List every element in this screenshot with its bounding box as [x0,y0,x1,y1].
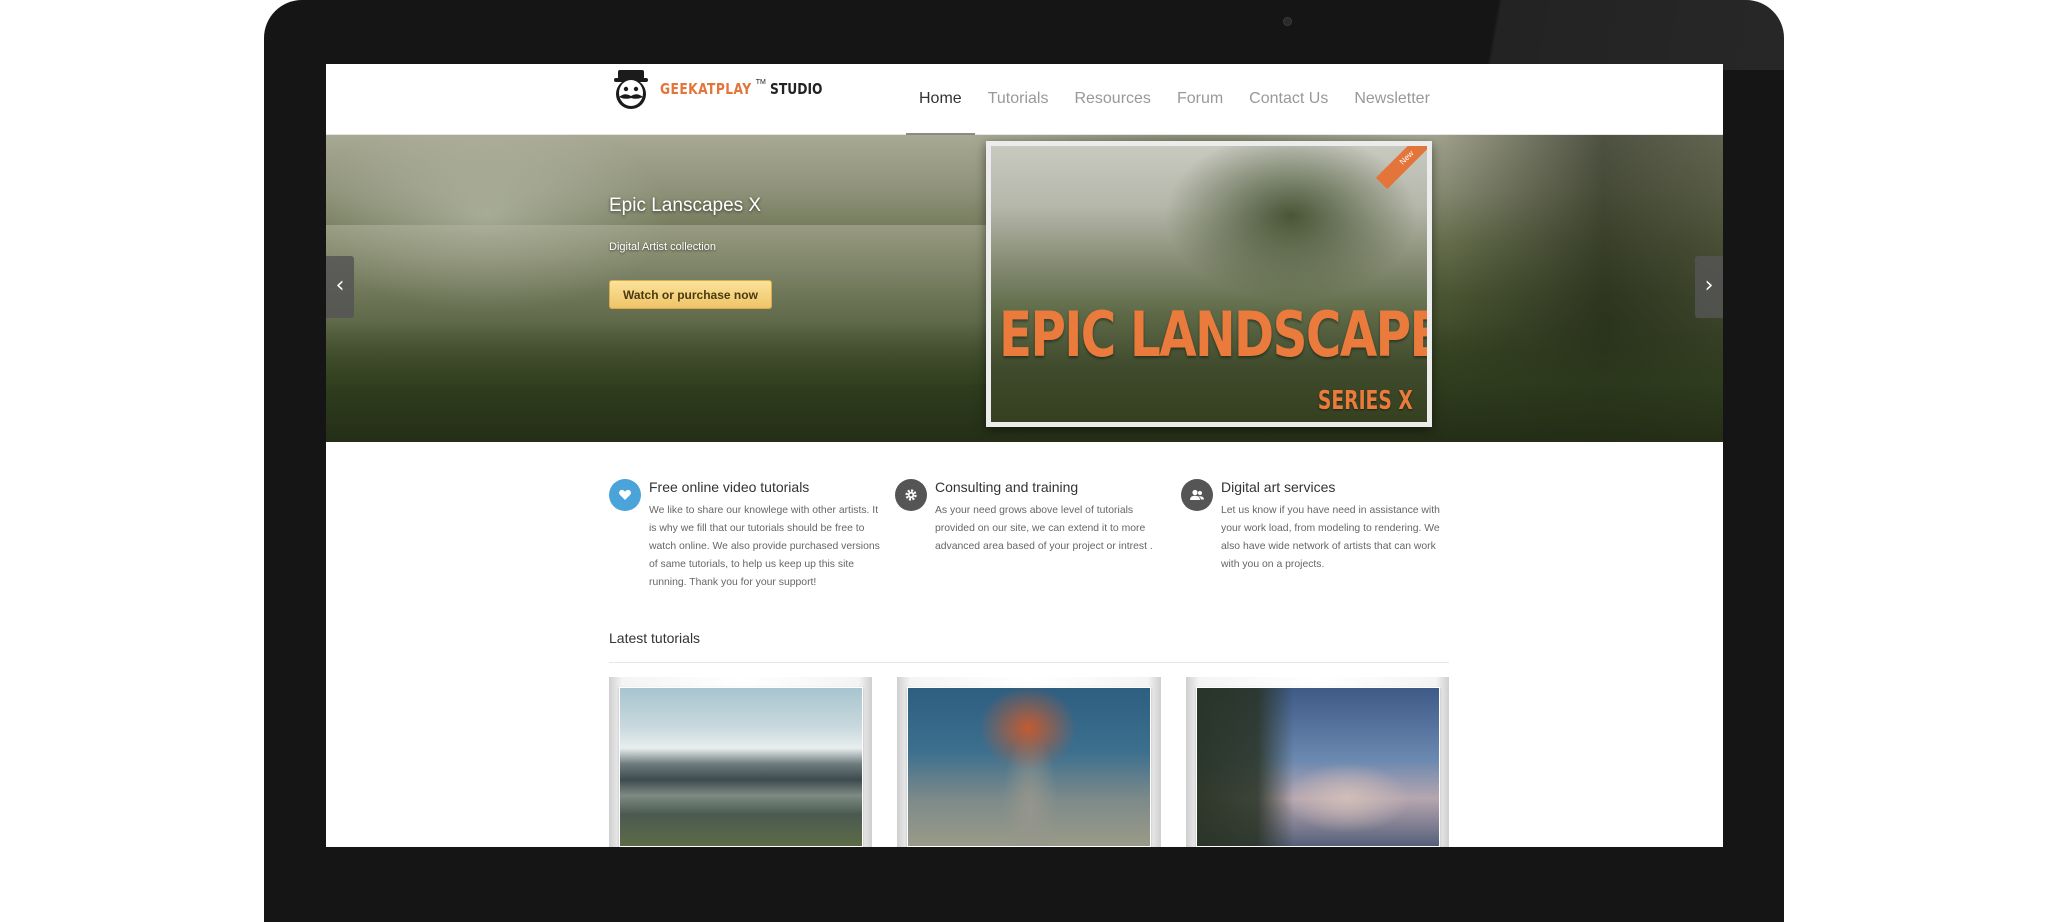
carousel-prev-button[interactable]: ‹ [326,256,354,318]
feature-consulting: Consulting and training As your need gro… [895,479,1157,604]
tutorial-thumbnail-mountain-lake [619,687,863,847]
feature-title: Consulting and training [935,479,1079,495]
watch-or-purchase-button[interactable]: Watch or purchase now [609,280,772,309]
product-box-image[interactable]: EPIC LANDSCAPES SERIES X New [986,141,1432,427]
logo-trademark: TM [755,78,766,86]
nav-home[interactable]: Home [906,64,975,136]
product-cover-title: EPIC LANDSCAPES [999,298,1427,371]
website-screen: GEEKATPLAY TM STUDIO Home Tutorials Reso… [326,64,1723,847]
feature-title: Digital art services [1221,479,1336,495]
chevron-left-icon: ‹ [335,273,345,298]
new-badge: New [1375,146,1427,190]
mascot-logo-icon [614,70,648,109]
nav-contact-us[interactable]: Contact Us [1236,64,1341,135]
hero-title: Epic Lanscapes X [609,195,762,216]
tutorial-card[interactable] [609,677,873,847]
product-cover-art: EPIC LANDSCAPES SERIES X New [991,146,1427,422]
tutorial-card[interactable] [1185,677,1449,847]
section-divider [609,662,1449,663]
tutorial-thumbnail-tower-tree [907,687,1152,847]
latest-tutorials-heading: Latest tutorials [609,630,701,646]
chevron-right-icon: › [1704,273,1714,298]
main-nav: Home Tutorials Resources Forum Contact U… [906,64,1443,136]
users-icon [1181,479,1213,511]
hero-subtitle: Digital Artist collection [609,241,716,253]
nav-newsletter[interactable]: Newsletter [1341,64,1443,135]
feature-free-tutorials: Free online video tutorials We like to s… [609,479,880,604]
heart-icon [609,479,641,511]
logo-suffix: STUDIO [769,80,823,98]
hero-carousel: Epic Lanscapes X Digital Artist collecti… [326,135,1723,442]
top-navbar: GEEKATPLAY TM STUDIO Home Tutorials Reso… [326,64,1723,136]
carousel-next-button[interactable]: › [1695,256,1723,318]
product-cover-series: SERIES X [1318,386,1413,416]
nav-forum[interactable]: Forum [1164,64,1236,135]
feature-art-services: Digital art services Let us know if you … [1181,479,1443,604]
nav-resources[interactable]: Resources [1061,64,1163,135]
site-logo[interactable]: GEEKATPLAY TM STUDIO [608,64,834,114]
feature-description: Let us know if you have need in assistan… [1221,505,1440,570]
tutorial-card[interactable] [897,677,1161,847]
latest-tutorials-grid [609,677,1449,847]
nav-tutorials[interactable]: Tutorials [975,64,1062,135]
logo-wordmark: GEEKATPLAY [660,80,752,98]
feature-description: As your need grows above level of tutori… [935,505,1153,552]
features-section: Free online video tutorials We like to s… [609,479,1449,604]
bezel-glare [1424,0,1784,70]
webcam-icon [1283,17,1292,26]
feature-description: We like to share our knowlege with other… [649,505,880,588]
device-mockup: GEEKATPLAY TM STUDIO Home Tutorials Reso… [0,0,2048,922]
tutorial-thumbnail-mountain-forest [1195,687,1440,847]
feature-title: Free online video tutorials [649,479,810,495]
gear-icon [895,479,927,511]
